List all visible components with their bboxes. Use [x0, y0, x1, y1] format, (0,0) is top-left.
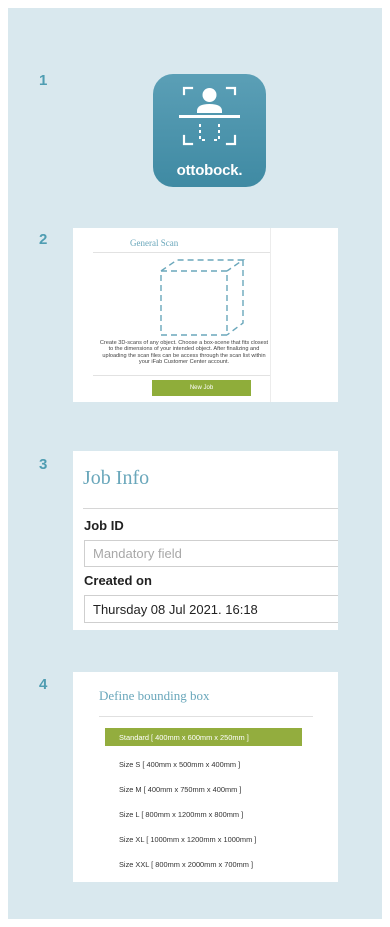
created-on-label: Created on [84, 573, 152, 588]
job-info-screen: Job Info Job ID Created on Thursday 08 J… [73, 451, 338, 630]
general-scan-screen: General Scan Create 3D-scans of any obje… [73, 228, 338, 402]
created-on-value: Thursday 08 Jul 2021. 16:18 [84, 595, 338, 623]
step-number-1: 1 [39, 72, 48, 89]
app-logo[interactable]: ottobock. [153, 74, 266, 187]
bounding-box-option-xl[interactable]: Size XL [ 1000mm x 1200mm x 1000mm ] [105, 830, 302, 848]
step-number-2: 2 [39, 231, 48, 248]
job-id-label: Job ID [84, 518, 124, 533]
step-number-4: 4 [39, 676, 48, 693]
divider [99, 716, 313, 717]
general-scan-title: General Scan [130, 238, 179, 248]
divider [93, 252, 270, 253]
bounding-box-screen: Define bounding box Standard [ 400mm x 6… [73, 672, 338, 882]
bounding-box-option-s[interactable]: Size S [ 400mm x 500mm x 400mm ] [105, 755, 302, 773]
divider [83, 508, 338, 509]
instructions-panel: 1 ottobock. 2 General Scan Create 3D-sca… [8, 8, 382, 919]
divider [93, 375, 270, 376]
divider [270, 228, 271, 402]
bounding-box-option-standard[interactable]: Standard [ 400mm x 600mm x 250mm ] [105, 728, 302, 746]
bounding-box-option-m[interactable]: Size M [ 400mm x 750mm x 400mm ] [105, 780, 302, 798]
bounding-box-title: Define bounding box [99, 688, 210, 703]
new-job-button[interactable]: New Job [152, 380, 251, 396]
step-number-3: 3 [39, 456, 48, 473]
job-id-input[interactable] [84, 540, 338, 567]
job-info-title: Job Info [83, 467, 150, 489]
brand-name: ottobock. [176, 162, 243, 179]
bounding-box-option-l[interactable]: Size L [ 800mm x 1200mm x 800mm ] [105, 805, 302, 823]
bounding-box-option-xxl[interactable]: Size XXL [ 800mm x 2000mm x 700mm ] [105, 855, 302, 873]
general-scan-description: Create 3D-scans of any object. Choose a … [99, 340, 269, 366]
box-scan-icon [160, 259, 246, 336]
